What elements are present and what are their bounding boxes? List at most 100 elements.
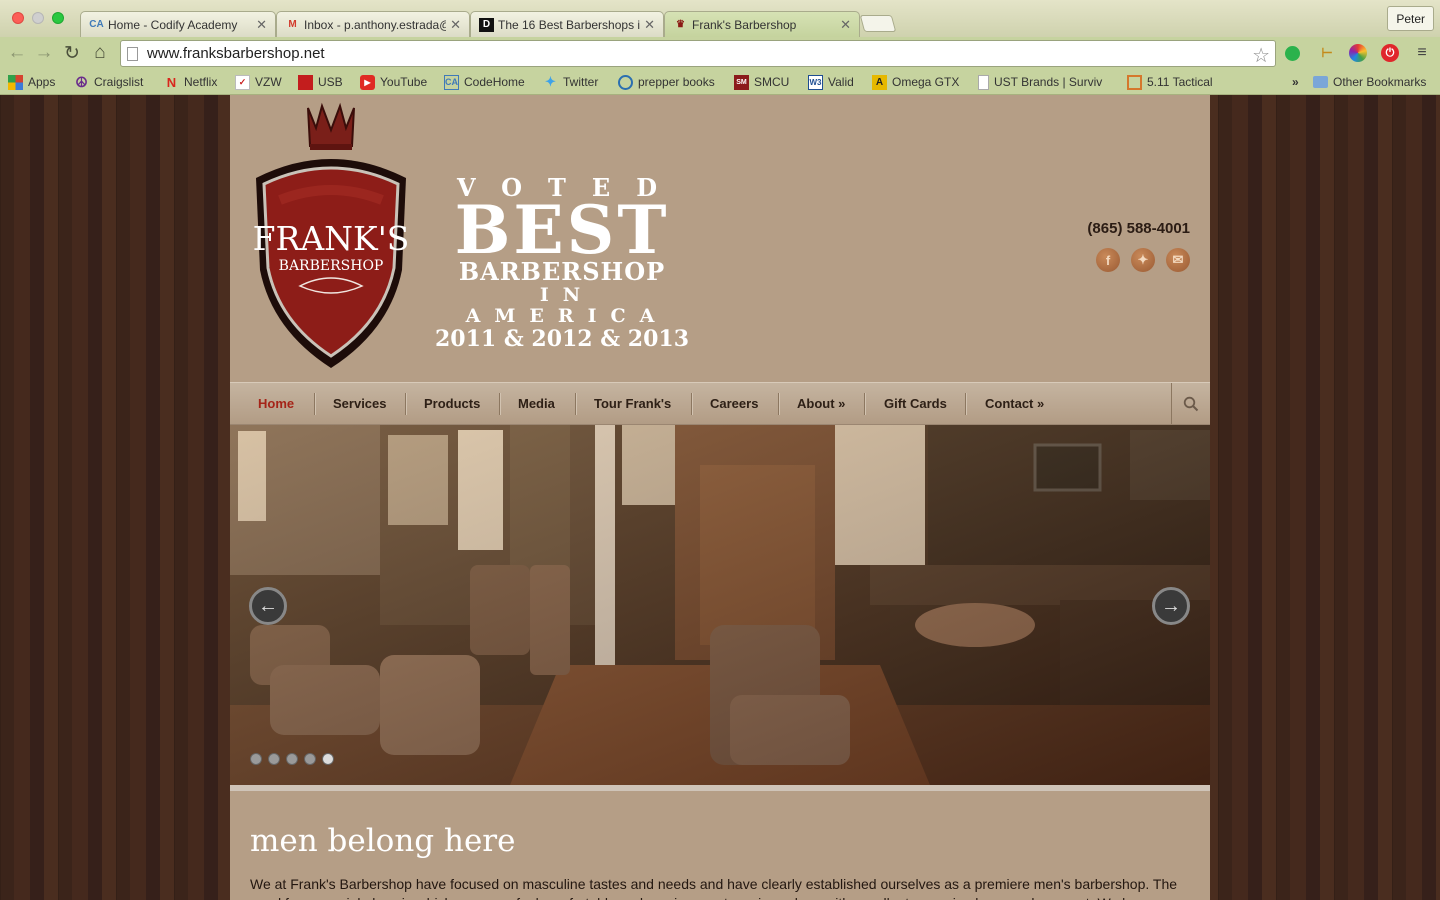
bookmark-label: USB [318,75,343,89]
bookmark-label: Twitter [563,75,599,89]
slider-dot-active[interactable] [322,753,334,765]
tab-label: Frank's Barbershop [692,17,797,32]
close-icon[interactable]: ✕ [450,17,461,33]
nav-careers[interactable]: Careers [710,383,758,424]
bookmark-vzw[interactable]: ✓ VZW [235,73,282,91]
logo-name: FRANK'S [253,219,410,258]
bookmark-smcu[interactable]: SM SMCU [734,73,789,91]
nav-divider [314,393,315,415]
vzw-icon: ✓ [235,74,250,90]
close-window-button[interactable] [12,12,24,24]
gmail-favicon: M [288,19,297,30]
new-tab-button[interactable] [859,15,897,32]
address-bar[interactable]: ☆ [120,40,1276,67]
nav-gift-cards[interactable]: Gift Cards [884,383,947,424]
bookmark-usb[interactable]: USB [298,73,343,91]
tab-best-barbershops[interactable]: D The 16 Best Barbershops i ✕ [470,11,664,37]
nav-media[interactable]: Media [518,383,555,424]
nav-divider [575,393,576,415]
close-icon[interactable]: ✕ [840,17,851,33]
bookmark-twitter[interactable]: ✦ Twitter [543,73,598,91]
bookmark-label: Netflix [184,75,218,89]
nav-tour-franks[interactable]: Tour Frank's [594,383,671,424]
bookmark-label: SMCU [754,75,790,89]
franks-barbershop-logo[interactable]: FRANK'S BARBERSHOP [250,100,412,375]
bookmark-apps[interactable]: Apps [8,73,55,91]
folder-icon [1313,76,1328,88]
smcu-icon: SM [734,74,749,90]
bookmark-star-icon[interactable]: ☆ [1252,43,1270,68]
prepper-icon [618,74,633,90]
profile-button[interactable]: Peter [1387,6,1434,31]
award-line-america: IN AMERICA [465,284,669,327]
close-icon[interactable]: ✕ [256,17,267,33]
bookmark-label: 5.11 Tactical [1147,75,1213,89]
award-line-years: 2011 & 2012 & 2013 [434,326,690,352]
slider-dot[interactable] [304,753,316,765]
nav-home[interactable]: Home [258,383,294,424]
nav-divider [965,393,966,415]
bookmark-label: Other Bookmarks [1333,75,1427,89]
bookmark-craigslist[interactable]: ☮ Craigslist [74,73,143,91]
tab-inbox[interactable]: M Inbox - p.anthony.estrada@ ✕ [276,11,470,37]
other-bookmarks-folder[interactable]: Other Bookmarks [1313,73,1426,91]
nav-divider [864,393,865,415]
award-line-best: BEST [454,191,670,269]
bookmark-511-tactical[interactable]: 5.11 Tactical [1127,73,1213,91]
bookmark-omega-gtx[interactable]: A Omega GTX [872,73,959,91]
bookmark-netflix[interactable]: N Netflix [164,73,218,91]
site-container: FRANK'S BARBERSHOP VOTED BEST BARBERSHOP… [230,95,1210,900]
bookmark-label: prepper books [638,75,715,89]
ruler-extension-icon[interactable]: ⊢ [1318,44,1336,62]
phone-number[interactable]: (865) 588-4001 [1087,220,1190,237]
d-favicon: D [479,17,494,32]
back-arrow-icon[interactable]: ← [7,42,27,64]
nav-services[interactable]: Services [333,383,387,424]
search-icon [1183,396,1199,411]
facebook-icon[interactable]: f [1096,248,1120,272]
bookmarks-bar: Apps ☮ Craigslist N Netflix ✓ VZW USB ▶ … [0,69,1440,95]
intro-paragraph: We at Frank's Barbershop have focused on… [250,876,1178,900]
slider-dot[interactable] [286,753,298,765]
bookmark-valid[interactable]: W3 Valid [808,73,854,91]
bookmark-label: Apps [28,75,56,89]
menu-icon[interactable]: ≡ [1413,44,1431,62]
slider-dot[interactable] [250,753,262,765]
slider-dot[interactable] [268,753,280,765]
bookmarks-overflow-button[interactable]: » [1292,73,1299,91]
minimize-window-button[interactable] [32,12,44,24]
twitter-icon[interactable]: ✦ [1131,248,1155,272]
nav-divider [778,393,779,415]
tab-codify-academy[interactable]: CA Home - Codify Academy ✕ [80,11,276,37]
evernote-extension-icon[interactable] [1285,46,1300,61]
reload-icon[interactable]: ↻ [62,42,82,64]
home-icon[interactable]: ⌂ [90,42,110,64]
bookmark-ust-brands[interactable]: UST Brands | Surviv [978,73,1110,91]
bookmark-label: CodeHome [464,75,525,89]
bookmark-youtube[interactable]: ▶ YouTube [360,73,427,91]
site-search-button[interactable] [1171,383,1210,424]
page-icon [978,74,989,90]
omega-icon: A [872,74,887,90]
email-icon[interactable]: ✉ [1166,248,1190,272]
nav-products[interactable]: Products [424,383,480,424]
bookmark-codehome[interactable]: CA CodeHome [444,73,525,91]
url-input[interactable] [147,45,1237,62]
usb-icon [298,74,313,90]
maximize-window-button[interactable] [52,12,64,24]
bookmark-label: Craigslist [94,75,144,89]
w3-icon: W3 [808,74,823,90]
tab-label: Home - Codify Academy [108,17,238,32]
nav-contact[interactable]: Contact » [985,383,1044,424]
slider-prev-arrow-icon[interactable]: ← [249,587,287,625]
slider-next-arrow-icon[interactable]: → [1152,587,1190,625]
close-icon[interactable]: ✕ [644,17,655,33]
tab-franks-barbershop[interactable]: ♛ Frank's Barbershop ✕ [664,11,860,37]
nav-about[interactable]: About » [797,383,845,424]
apps-grid-icon [8,74,23,90]
bookmark-prepper-books[interactable]: prepper books [618,73,715,91]
power-extension-icon[interactable]: ⏻ [1381,44,1399,62]
hero-slider[interactable]: ← → [230,425,1210,785]
color-picker-extension-icon[interactable] [1349,44,1367,62]
forward-arrow-icon[interactable]: → [34,42,54,64]
